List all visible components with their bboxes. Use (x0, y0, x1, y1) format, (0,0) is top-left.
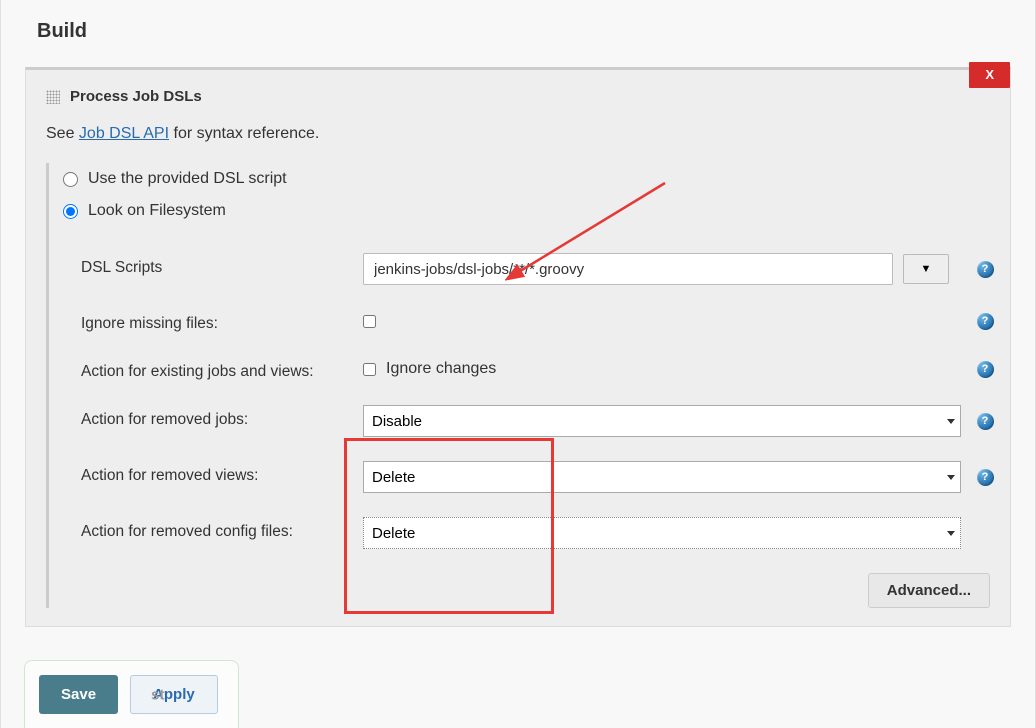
radio-use-provided-label: Use the provided DSL script (88, 170, 287, 188)
help-icon[interactable]: ? (977, 469, 994, 486)
apply-button[interactable]: Apply (130, 675, 218, 714)
ignore-changes-label: Ignore changes (386, 360, 496, 378)
page-title: Build (25, 0, 1011, 67)
radio-look-filesystem-label: Look on Filesystem (88, 202, 226, 220)
drag-handle-icon[interactable] (46, 90, 60, 104)
close-button[interactable]: X (969, 62, 1010, 88)
ignore-missing-label: Ignore missing files: (81, 297, 351, 345)
action-removed-config-select[interactable]: Delete (363, 517, 961, 549)
dsl-scripts-label: DSL Scripts (81, 241, 351, 289)
action-removed-config-label: Action for removed config files: (81, 505, 351, 553)
action-removed-jobs-label: Action for removed jobs: (81, 393, 351, 441)
reference-text: See Job DSL API for syntax reference. (46, 125, 990, 143)
build-config-panel: Build X Process Job DSLs See Job DSL API… (0, 0, 1036, 728)
radio-look-filesystem[interactable] (63, 204, 78, 219)
radio-use-provided-row[interactable]: Use the provided DSL script (63, 163, 990, 195)
action-existing-label: Action for existing jobs and views: (81, 345, 351, 393)
help-icon[interactable]: ? (977, 313, 994, 330)
ignore-missing-checkbox[interactable] (363, 315, 376, 328)
build-step-section: X Process Job DSLs See Job DSL API for s… (25, 67, 1011, 627)
action-removed-views-select[interactable]: Delete (363, 461, 961, 493)
help-icon[interactable]: ? (977, 261, 994, 278)
ignore-changes-checkbox[interactable] (363, 363, 376, 376)
help-icon[interactable]: ? (977, 413, 994, 430)
expand-textarea-button[interactable]: ▼ (903, 254, 949, 284)
dsl-scripts-input[interactable] (363, 253, 893, 285)
section-header: Process Job DSLs (46, 88, 990, 105)
action-removed-jobs-select[interactable]: Disable (363, 405, 961, 437)
help-icon[interactable]: ? (977, 361, 994, 378)
footer-buttons: Save st Apply (24, 660, 239, 728)
reference-prefix: See (46, 125, 79, 142)
radio-look-filesystem-row[interactable]: Look on Filesystem (63, 195, 990, 227)
reference-suffix: for syntax reference. (169, 125, 319, 142)
section-title: Process Job DSLs (70, 88, 202, 105)
inner-section: Use the provided DSL script Look on File… (46, 163, 990, 608)
action-removed-views-label: Action for removed views: (81, 449, 351, 497)
job-dsl-api-link[interactable]: Job DSL API (79, 125, 169, 142)
save-button[interactable]: Save (39, 675, 118, 714)
advanced-button[interactable]: Advanced... (868, 573, 990, 608)
radio-use-provided[interactable] (63, 172, 78, 187)
